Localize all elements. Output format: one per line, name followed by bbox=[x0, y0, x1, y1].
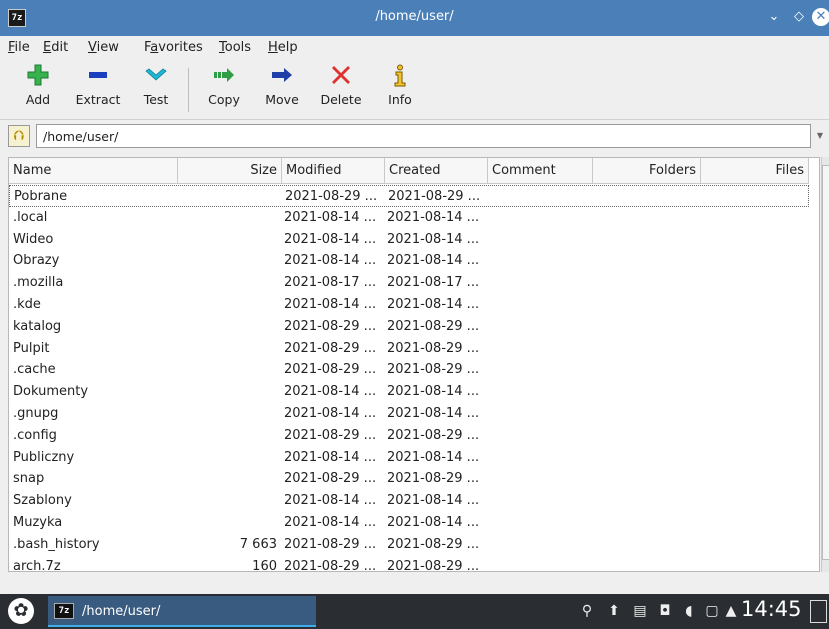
network-icon[interactable]: ⚲ bbox=[578, 602, 596, 620]
copy-arrow-icon bbox=[204, 64, 244, 92]
minimize-button[interactable]: ⌄ bbox=[765, 8, 783, 26]
table-row[interactable]: Dokumenty 2021-08-14 ... 2021-08-14 ... bbox=[9, 381, 809, 403]
table-row[interactable]: Publiczny 2021-08-14 ... 2021-08-14 ... bbox=[9, 447, 809, 469]
table-row[interactable]: katalog 2021-08-29 ... 2021-08-29 ... bbox=[9, 316, 809, 338]
title-bar: 7z /home/user/ ⌄ ◇ ✕ bbox=[0, 0, 829, 36]
column-size[interactable]: Size bbox=[178, 158, 282, 184]
table-row[interactable]: .mozilla 2021-08-17 ... 2021-08-17 ... bbox=[9, 272, 809, 294]
chevron-down-icon[interactable]: ▼ bbox=[811, 124, 829, 148]
table-row[interactable]: Wideo 2021-08-14 ... 2021-08-14 ... bbox=[9, 229, 809, 251]
menu-edit[interactable]: Edit bbox=[43, 40, 68, 55]
file-list[interactable]: Name Size Modified Created Comment Folde… bbox=[8, 157, 820, 572]
delete-button[interactable]: Delete bbox=[316, 64, 366, 116]
folder-up-icon: ⮉ bbox=[13, 128, 25, 144]
add-button[interactable]: Add bbox=[18, 64, 58, 116]
file-rows: Pobrane 2021-08-29 ... 2021-08-29 ... .loc… bbox=[9, 185, 809, 571]
vertical-scrollbar[interactable] bbox=[821, 157, 829, 572]
7zip-task-icon: 7z bbox=[54, 603, 74, 619]
show-desktop-button[interactable] bbox=[810, 600, 827, 623]
table-row[interactable]: .local 2021-08-14 ... 2021-08-14 ... bbox=[9, 207, 809, 229]
column-modified[interactable]: Modified bbox=[282, 158, 385, 184]
table-row[interactable]: .config 2021-08-29 ... 2021-08-29 ... bbox=[9, 425, 809, 447]
task-7zip-window[interactable]: 7z /home/user/ bbox=[48, 596, 316, 627]
table-row[interactable]: .cache 2021-08-29 ... 2021-08-29 ... bbox=[9, 359, 809, 381]
move-button[interactable]: Move bbox=[262, 64, 302, 116]
check-chevron-icon bbox=[136, 64, 176, 92]
table-row[interactable]: .bash_history 7 663 2021-08-29 ... 2021-08-… bbox=[9, 534, 809, 556]
column-files[interactable]: Files bbox=[701, 158, 809, 184]
address-bar: ⮉ ▼ bbox=[0, 122, 829, 152]
table-row[interactable]: arch.7z 160 2021-08-29 ... 2021-08-29 ... bbox=[9, 556, 809, 571]
menu-view[interactable]: View bbox=[88, 40, 119, 55]
test-button[interactable]: Test bbox=[136, 64, 176, 116]
taskbar: ✿ 7z /home/user/ ⚲ ⬆ ▤ ◘ ◖ ▢ ▲ 14:45 bbox=[0, 594, 829, 629]
clock[interactable]: 14:45 bbox=[741, 597, 802, 621]
close-window-button[interactable]: ✕ bbox=[812, 8, 829, 26]
plus-icon bbox=[18, 64, 58, 92]
column-comment[interactable]: Comment bbox=[488, 158, 593, 184]
table-row[interactable]: snap 2021-08-29 ... 2021-08-29 ... bbox=[9, 468, 809, 490]
table-row[interactable]: Szablony 2021-08-14 ... 2021-08-14 ... bbox=[9, 490, 809, 512]
column-name[interactable]: Name bbox=[9, 158, 178, 184]
menu-file[interactable]: File bbox=[8, 40, 30, 55]
minus-icon bbox=[68, 64, 128, 92]
toolbar-separator bbox=[188, 68, 189, 112]
app-launcher-icon[interactable]: ✿ bbox=[8, 598, 34, 624]
menu-help[interactable]: Help bbox=[268, 40, 298, 55]
scrollbar-thumb[interactable] bbox=[822, 165, 829, 560]
info-button[interactable]: Info bbox=[384, 64, 416, 116]
status-bar bbox=[0, 574, 829, 594]
updates-icon[interactable]: ⬆ bbox=[605, 602, 623, 620]
table-row[interactable]: Obrazy 2021-08-14 ... 2021-08-14 ... bbox=[9, 250, 809, 272]
table-row[interactable]: Pobrane 2021-08-29 ... 2021-08-29 ... bbox=[9, 185, 809, 207]
table-row[interactable]: Pulpit 2021-08-29 ... 2021-08-29 ... bbox=[9, 338, 809, 360]
table-row[interactable]: .kde 2021-08-14 ... 2021-08-14 ... bbox=[9, 294, 809, 316]
column-folders[interactable]: Folders bbox=[593, 158, 701, 184]
maximize-button[interactable]: ◇ bbox=[790, 8, 808, 26]
delete-x-icon bbox=[316, 64, 366, 92]
extract-button[interactable]: Extract bbox=[68, 64, 128, 116]
window-title: /home/user/ bbox=[375, 9, 454, 24]
table-row[interactable]: Muzyka 2021-08-14 ... 2021-08-14 ... bbox=[9, 512, 809, 534]
path-input[interactable] bbox=[36, 124, 811, 148]
column-header: Name Size Modified Created Comment Folde… bbox=[9, 158, 809, 184]
device-icon[interactable]: ▢ bbox=[703, 602, 721, 620]
clipboard-icon[interactable]: ▤ bbox=[631, 602, 649, 620]
toolbar: Add Extract Test Copy Move Delete Info bbox=[0, 60, 829, 120]
volume-icon[interactable]: ◖ bbox=[680, 602, 698, 620]
menu-tools[interactable]: Tools bbox=[219, 40, 251, 55]
folder-up-button[interactable]: ⮉ bbox=[8, 125, 30, 147]
tray-expand-icon[interactable]: ▲ bbox=[722, 602, 740, 620]
move-arrow-icon bbox=[262, 64, 302, 92]
display-icon[interactable]: ◘ bbox=[656, 602, 674, 620]
copy-button[interactable]: Copy bbox=[204, 64, 244, 116]
info-icon bbox=[384, 64, 416, 92]
menu-favorites[interactable]: Favorites bbox=[144, 40, 203, 55]
table-row[interactable]: .gnupg 2021-08-14 ... 2021-08-14 ... bbox=[9, 403, 809, 425]
menu-bar: File Edit View Favorites Tools Help bbox=[0, 36, 829, 60]
column-created[interactable]: Created bbox=[385, 158, 488, 184]
